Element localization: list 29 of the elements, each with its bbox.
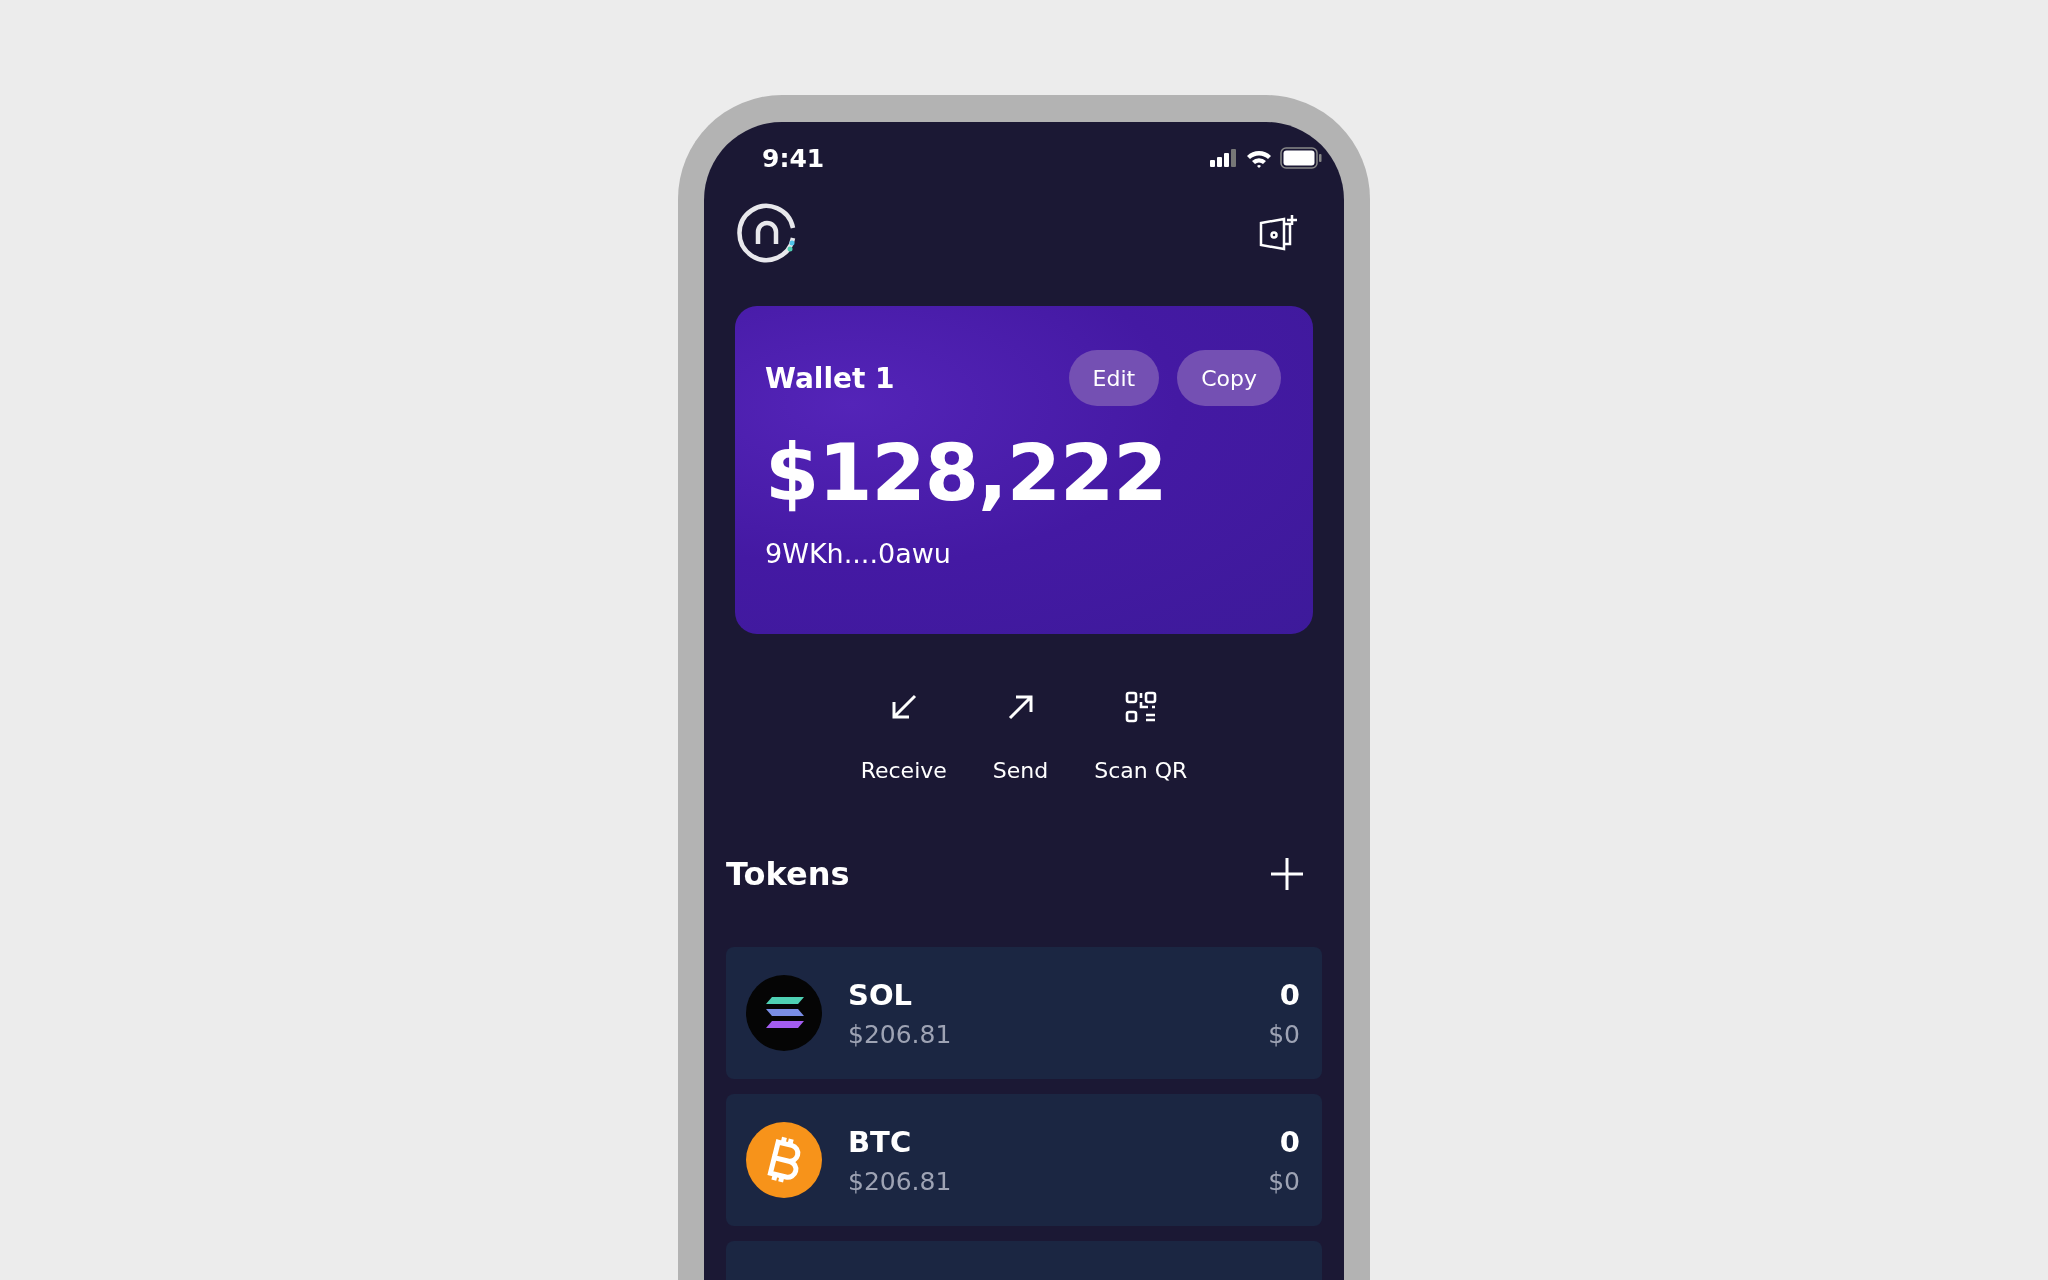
battery-icon [1280,147,1322,169]
token-row[interactable]: BTC $206.81 0 $0 [726,1094,1322,1226]
bitcoin-logo-icon [746,1122,822,1198]
card-action-button[interactable]: Copy [1177,350,1281,406]
token-value: $0 [1268,1166,1300,1196]
wallet-name: Wallet 1 [765,361,895,395]
token-symbol: SOL [848,977,914,1012]
app-logo-icon [736,202,798,264]
token-row[interactable]: SOL $206.81 0 $0 [726,947,1322,1079]
status-time: 9:41 [762,143,825,173]
plus-icon[interactable] [1270,857,1304,891]
token-price: $206.81 [848,1166,953,1196]
section-title: Tokens [726,855,850,893]
wallet-address: 9WKh....0awu [765,538,952,569]
quick-action-button[interactable]: Receive [860,690,947,783]
signal-icon [1210,149,1238,167]
token-price: $206.81 [848,1019,953,1049]
quick-action-button[interactable]: Scan QR [1094,690,1188,783]
token-logo-icon [746,975,822,1051]
qr-code-icon [1123,690,1158,724]
token-value: $0 [1268,1019,1300,1049]
token-symbol: BTC [848,1124,913,1159]
wifi-icon [1246,148,1272,168]
token-amount: 0 [1279,977,1300,1012]
quick-action-button[interactable]: Send [992,690,1049,783]
add-wallet-icon[interactable] [1258,213,1300,253]
wallet-balance: $128,222 [765,428,1168,518]
card-action-button[interactable]: Edit [1068,350,1160,406]
token-amount: 0 [1279,1124,1300,1159]
